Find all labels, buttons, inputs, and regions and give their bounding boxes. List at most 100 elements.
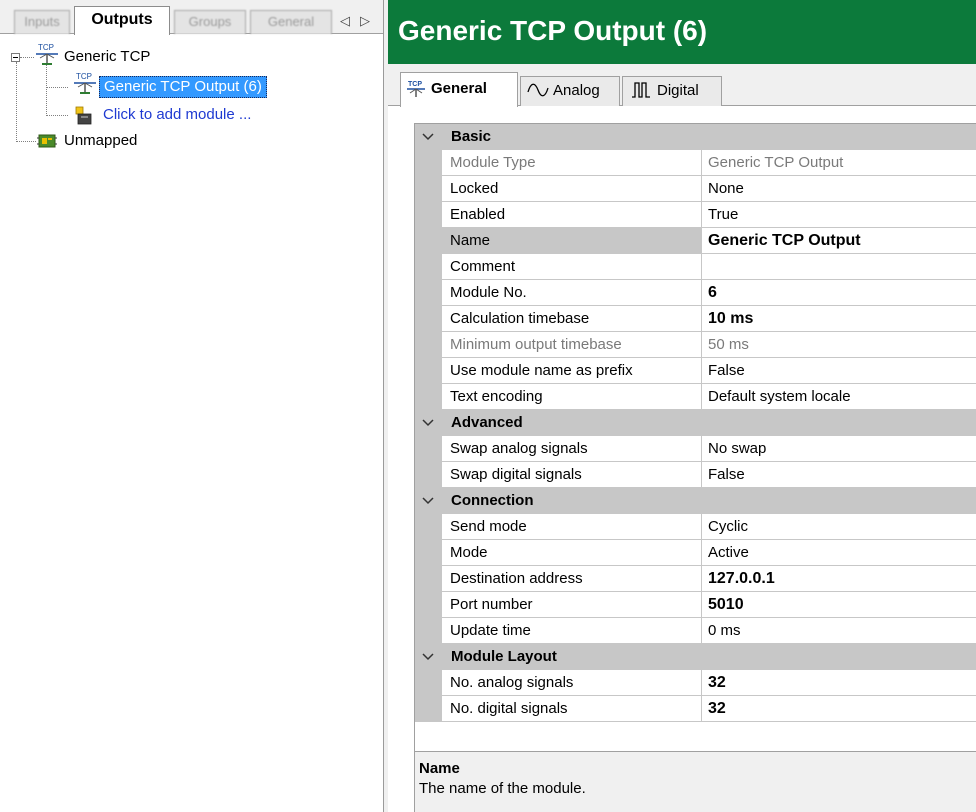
collapse-icon[interactable]	[11, 53, 20, 62]
properties-content: Basic Module Type Generic TCP Output Lock…	[388, 106, 976, 812]
property-row[interactable]: Calculation timebase 10 ms	[415, 306, 976, 332]
property-row[interactable]: Text encoding Default system locale	[415, 384, 976, 410]
description-title: Name	[419, 760, 460, 777]
tab-groups[interactable]: Groups	[174, 10, 246, 34]
add-module-link[interactable]: Click to add module ...	[99, 104, 255, 126]
property-value[interactable]: 6	[702, 280, 976, 306]
chevron-down-icon[interactable]	[419, 129, 437, 145]
add-module-icon	[72, 105, 94, 132]
property-value[interactable]: Active	[702, 540, 976, 566]
tab-label: Analog	[553, 82, 600, 99]
tree-item-generic-tcp-output[interactable]: TCP Generic TCP Output (6)	[0, 72, 380, 98]
properties-pane: Generic TCP Output (6) TCP General Analo…	[388, 0, 976, 812]
property-value[interactable]: 32	[702, 696, 976, 722]
property-name: Comment	[442, 254, 702, 280]
property-row[interactable]: Update time 0 ms	[415, 618, 976, 644]
property-value[interactable]: False	[702, 358, 976, 384]
property-row[interactable]: Minimum output timebase 50 ms	[415, 332, 976, 358]
tab-digital[interactable]: Digital	[622, 76, 722, 106]
property-value[interactable]	[702, 254, 976, 280]
category-label: Basic	[451, 128, 492, 145]
property-name: Name	[442, 228, 702, 254]
property-value[interactable]: Cyclic	[702, 514, 976, 540]
sine-wave-icon	[527, 81, 549, 109]
tcp-icon: TCP	[405, 79, 427, 111]
category-advanced[interactable]: Advanced	[415, 410, 976, 436]
property-name: Swap analog signals	[442, 436, 702, 462]
property-value: Generic TCP Output	[702, 150, 976, 176]
property-value[interactable]: True	[702, 202, 976, 228]
property-value[interactable]: 10 ms	[702, 306, 976, 332]
property-row[interactable]: Module Type Generic TCP Output	[415, 150, 976, 176]
property-name: Calculation timebase	[442, 306, 702, 332]
property-grid: Basic Module Type Generic TCP Output Lock…	[414, 123, 976, 812]
property-row-selected[interactable]: Name Generic TCP Output	[415, 228, 976, 254]
chevron-down-icon[interactable]	[419, 415, 437, 431]
property-name: No. analog signals	[442, 670, 702, 696]
module-tree-pane: Inputs Outputs Groups General ◁ ▷ TCP Ge…	[0, 0, 384, 812]
page-title: Generic TCP Output (6)	[398, 15, 708, 46]
property-value[interactable]: 5010	[702, 592, 976, 618]
tab-scroll-right-icon[interactable]: ▷	[360, 12, 370, 30]
property-row[interactable]: Send mode Cyclic	[415, 514, 976, 540]
property-value[interactable]: False	[702, 462, 976, 488]
description-text: The name of the module.	[419, 780, 586, 797]
property-row[interactable]: Swap analog signals No swap	[415, 436, 976, 462]
tab-outputs[interactable]: Outputs	[74, 6, 170, 35]
property-name: Destination address	[442, 566, 702, 592]
property-row[interactable]: Swap digital signals False	[415, 462, 976, 488]
property-name: Minimum output timebase	[442, 332, 702, 358]
property-value[interactable]: 32	[702, 670, 976, 696]
chip-icon	[36, 132, 58, 157]
property-value[interactable]: 0 ms	[702, 618, 976, 644]
property-name: Module No.	[442, 280, 702, 306]
tree-item-label: Generic TCP	[64, 48, 151, 65]
property-name: Use module name as prefix	[442, 358, 702, 384]
property-value[interactable]: No swap	[702, 436, 976, 462]
category-connection[interactable]: Connection	[415, 488, 976, 514]
tab-label: Digital	[657, 82, 699, 99]
left-tab-strip: Inputs Outputs Groups General ◁ ▷	[0, 0, 383, 35]
property-row[interactable]: Comment	[415, 254, 976, 280]
property-row[interactable]: Locked None	[415, 176, 976, 202]
property-name: Send mode	[442, 514, 702, 540]
tab-scroll-left-icon[interactable]: ◁	[340, 12, 350, 30]
tab-label: General	[431, 80, 487, 97]
tree-item-label: Unmapped	[64, 132, 138, 149]
property-row[interactable]: Module No. 6	[415, 280, 976, 306]
svg-text:TCP: TCP	[408, 81, 422, 88]
category-label: Advanced	[451, 414, 523, 431]
property-row[interactable]: Mode Active	[415, 540, 976, 566]
category-module-layout[interactable]: Module Layout	[415, 644, 976, 670]
property-value[interactable]: Generic TCP Output	[702, 228, 976, 254]
property-row[interactable]: No. analog signals 32	[415, 670, 976, 696]
property-row[interactable]: Use module name as prefix False	[415, 358, 976, 384]
property-value[interactable]: Default system locale	[702, 384, 976, 410]
category-basic[interactable]: Basic	[415, 124, 976, 150]
tcp-icon: TCP	[72, 71, 98, 102]
property-name: Port number	[442, 592, 702, 618]
property-name: Update time	[442, 618, 702, 644]
tcp-icon: TCP	[34, 42, 60, 73]
property-name: Mode	[442, 540, 702, 566]
property-value[interactable]: 127.0.0.1	[702, 566, 976, 592]
property-row[interactable]: Enabled True	[415, 202, 976, 228]
property-name: Locked	[442, 176, 702, 202]
property-name: Text encoding	[442, 384, 702, 410]
property-name: Module Type	[442, 150, 702, 176]
tab-general-left[interactable]: General	[250, 10, 332, 34]
tree-item-add-module[interactable]: Click to add module ...	[0, 104, 380, 126]
tab-general[interactable]: TCP General	[400, 72, 518, 107]
tab-analog[interactable]: Analog	[520, 76, 620, 106]
pulse-icon	[631, 81, 651, 109]
chevron-down-icon[interactable]	[419, 493, 437, 509]
property-row[interactable]: Destination address 127.0.0.1	[415, 566, 976, 592]
tree-item-unmapped[interactable]: Unmapped	[0, 130, 380, 152]
property-row[interactable]: Port number 5010	[415, 592, 976, 618]
property-value[interactable]: None	[702, 176, 976, 202]
property-row[interactable]: No. digital signals 32	[415, 696, 976, 722]
tab-inputs[interactable]: Inputs	[14, 10, 70, 34]
tree-item-generic-tcp[interactable]: TCP Generic TCP	[0, 43, 380, 68]
chevron-down-icon[interactable]	[419, 649, 437, 665]
property-name: Enabled	[442, 202, 702, 228]
